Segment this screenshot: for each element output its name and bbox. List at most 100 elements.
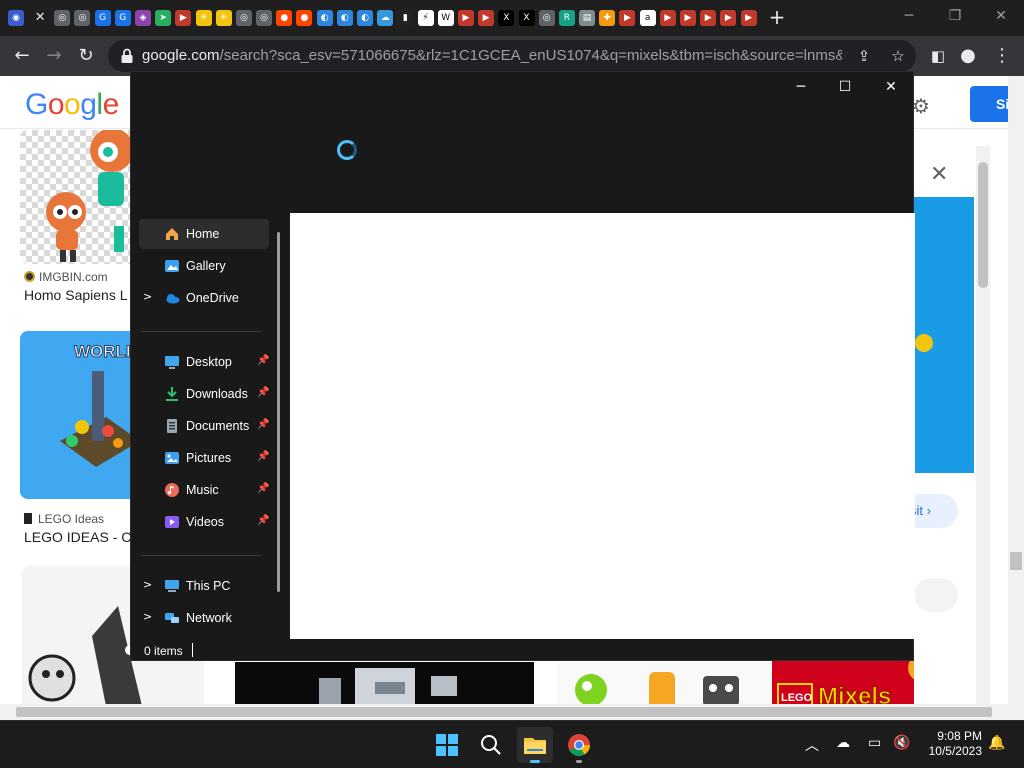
- nav-item-videos[interactable]: Videos 📌: [139, 507, 269, 537]
- back-button[interactable]: ←: [10, 44, 34, 68]
- google-logo[interactable]: Google: [25, 88, 119, 122]
- page-horizontal-scrollbar-thumb[interactable]: [16, 707, 992, 717]
- result-title-2[interactable]: LEGO IDEAS - Ce: [24, 529, 139, 545]
- result-thumbnail-2[interactable]: WORLI: [20, 331, 140, 499]
- expand-chevron-icon[interactable]: >: [143, 578, 153, 591]
- browser-minimize-button[interactable]: ─: [894, 4, 924, 28]
- file-content-pane[interactable]: [290, 213, 915, 639]
- preview-scrollbar-thumb[interactable]: [978, 162, 988, 288]
- tab-favicon-firefox-icon[interactable]: ◉: [8, 10, 24, 26]
- tab-favicon-purple-icon[interactable]: ◈: [134, 10, 151, 26]
- tab-favicon-amazon-icon[interactable]: a: [639, 10, 656, 26]
- tab-favicon-edge-icon[interactable]: ◐: [316, 10, 333, 26]
- tab-favicon-play-9-icon[interactable]: ▶: [740, 10, 757, 26]
- tab-favicon-puzzle-icon[interactable]: ✚: [599, 10, 616, 26]
- profile-icon[interactable]: ●: [956, 44, 980, 68]
- tab-favicon-x-icon[interactable]: X: [498, 10, 515, 26]
- result-title-1[interactable]: Homo Sapiens L: [24, 287, 128, 303]
- tab-favicon-edge-3-icon[interactable]: ◐: [357, 10, 373, 26]
- tab-favicon-gif-2-icon[interactable]: G: [114, 10, 131, 26]
- tab-favicon-chrome-5-icon[interactable]: ◎: [538, 10, 555, 26]
- expand-chevron-icon[interactable]: >: [143, 290, 153, 303]
- browser-restore-button[interactable]: ❐: [940, 4, 970, 28]
- reload-button[interactable]: ↻: [74, 44, 98, 68]
- nav-item-gallery[interactable]: Gallery: [139, 251, 269, 281]
- tab-favicon-chrome-3-icon[interactable]: ◎: [235, 10, 252, 26]
- notification-bell-icon[interactable]: 🔔: [988, 735, 1005, 751]
- tab-favicon-bolt-icon[interactable]: ⚡: [417, 10, 434, 26]
- nav-item-pictures[interactable]: Pictures 📌: [139, 443, 269, 473]
- result-thumbnail-1[interactable]: [20, 130, 140, 264]
- show-hidden-icons-chevron-icon[interactable]: ︿: [805, 735, 819, 755]
- start-button[interactable]: [429, 727, 465, 763]
- tab-favicon-play-7-icon[interactable]: ▶: [700, 10, 717, 26]
- tab-favicon-gif-icon[interactable]: G: [94, 10, 111, 26]
- tab-favicon-play-2-icon[interactable]: ▶: [457, 10, 474, 26]
- expand-chevron-icon[interactable]: >: [143, 610, 153, 623]
- page-vertical-scrollbar-thumb[interactable]: [1010, 552, 1022, 570]
- nav-item-onedrive[interactable]: > OneDrive: [139, 283, 269, 313]
- tab-favicon-reddit-2-icon[interactable]: ●: [296, 10, 313, 26]
- tab-favicon-walmart-icon[interactable]: ✳: [195, 10, 212, 26]
- nav-item-downloads[interactable]: Downloads 📌: [139, 379, 269, 409]
- pin-icon[interactable]: 📌: [257, 451, 269, 462]
- nav-item-documents[interactable]: Documents 📌: [139, 411, 269, 441]
- tab-favicon-play-6-icon[interactable]: ▶: [680, 10, 696, 26]
- pin-icon[interactable]: 📌: [257, 387, 269, 398]
- onedrive-cloud-icon[interactable]: ☁: [836, 735, 850, 751]
- speaker-muted-icon[interactable]: 🔇: [893, 735, 910, 751]
- tab-favicon-walmart-2-icon[interactable]: ✳: [215, 10, 232, 26]
- file-explorer-taskbar-button[interactable]: [517, 727, 553, 763]
- nav-item-desktop[interactable]: Desktop 📌: [139, 347, 269, 377]
- nav-item-this-pc[interactable]: > This PC: [139, 571, 269, 601]
- tab-favicon-play-icon[interactable]: ▶: [175, 10, 192, 26]
- preview-image[interactable]: [914, 197, 974, 473]
- tab-favicon-wikipedia-icon[interactable]: W: [437, 10, 454, 26]
- preview-action-pill[interactable]: [914, 578, 958, 612]
- tab-favicon-arrow-icon[interactable]: ➤: [155, 10, 172, 26]
- tab-favicon-green-icon[interactable]: R: [558, 10, 575, 26]
- navigation-pane-scrollbar[interactable]: [277, 232, 280, 592]
- address-bar[interactable]: google.com/search?sca_esv=571066675&rlz=…: [108, 40, 916, 72]
- tab-favicon-cloud-icon[interactable]: ☁: [377, 10, 394, 26]
- tab-favicon-x-2-icon[interactable]: X: [518, 10, 535, 26]
- tab-favicon-chrome-2-icon[interactable]: ◎: [74, 10, 91, 26]
- share-icon[interactable]: ⇪: [854, 46, 874, 66]
- side-panel-icon[interactable]: ◧: [926, 44, 950, 68]
- preview-close-icon[interactable]: ✕: [930, 162, 948, 187]
- tab-favicon-bag-icon[interactable]: ▤: [579, 10, 596, 26]
- url-text[interactable]: google.com/search?sca_esv=571066675&rlz=…: [142, 47, 842, 64]
- tab-favicon-play-3-icon[interactable]: ▶: [478, 10, 495, 26]
- page-vertical-scrollbar[interactable]: [1008, 76, 1024, 704]
- forward-button[interactable]: →: [42, 44, 66, 68]
- explorer-minimize-button[interactable]: ─: [786, 76, 816, 98]
- tab-favicon-reddit-icon[interactable]: ●: [276, 10, 293, 26]
- explorer-close-button[interactable]: ✕: [876, 76, 906, 98]
- lock-icon[interactable]: [120, 48, 134, 64]
- tab-favicon-lego-icon[interactable]: ▮: [397, 10, 414, 26]
- tab-close-icon[interactable]: ✕: [32, 10, 48, 26]
- browser-close-button[interactable]: ✕: [986, 4, 1016, 28]
- chrome-taskbar-button[interactable]: [561, 727, 597, 763]
- pin-icon[interactable]: 📌: [257, 419, 269, 430]
- display-icon[interactable]: ▭: [868, 735, 881, 751]
- pin-icon[interactable]: 📌: [257, 355, 269, 366]
- nav-item-music[interactable]: Music 📌: [139, 475, 269, 505]
- tab-favicon-chrome-icon[interactable]: ◎: [54, 10, 71, 26]
- nav-item-network[interactable]: > Network: [139, 603, 269, 633]
- explorer-maximize-button[interactable]: ☐: [830, 76, 860, 98]
- pin-icon[interactable]: 📌: [257, 483, 269, 494]
- tab-favicon-play-4-icon[interactable]: ▶: [619, 10, 636, 26]
- pin-icon[interactable]: 📌: [257, 515, 269, 526]
- new-tab-button[interactable]: +: [766, 6, 788, 28]
- tab-favicon-edge-2-icon[interactable]: ◐: [336, 10, 353, 26]
- nav-item-home[interactable]: Home: [139, 219, 269, 249]
- result-source-1[interactable]: IMGBIN.com: [24, 270, 108, 284]
- bookmark-star-icon[interactable]: ☆: [888, 46, 908, 66]
- taskbar-clock[interactable]: 9:08 PM 10/5/2023: [912, 729, 982, 759]
- search-button[interactable]: [473, 727, 509, 763]
- tab-favicon-play-5-icon[interactable]: ▶: [659, 10, 676, 26]
- chrome-menu-icon[interactable]: ⋮: [990, 44, 1014, 68]
- result-source-2[interactable]: LEGO Ideas: [24, 512, 104, 526]
- tab-favicon-play-8-icon[interactable]: ▶: [720, 10, 737, 26]
